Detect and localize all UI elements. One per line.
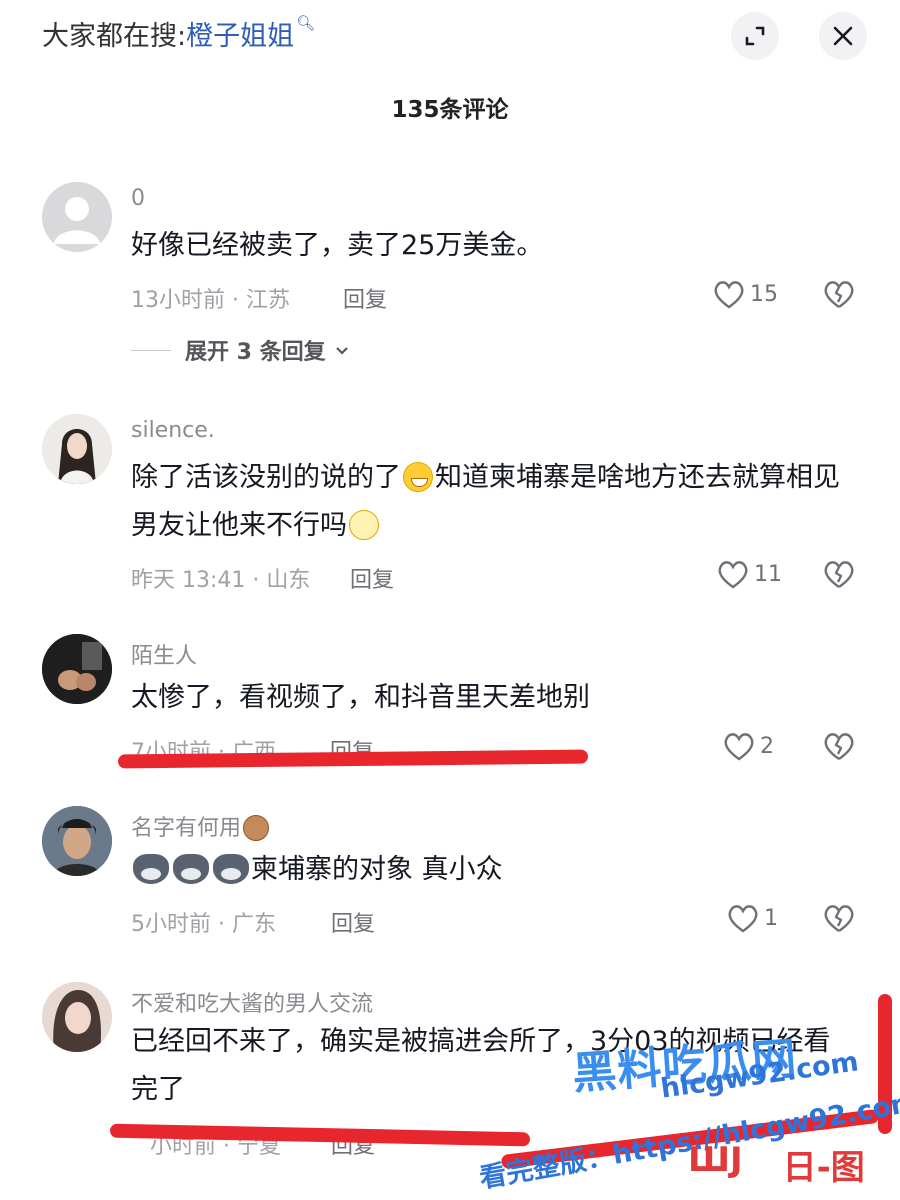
user-photo (42, 982, 112, 1052)
comments-count-title: 135条评论 (391, 97, 509, 123)
dog-emoji-icon (213, 854, 249, 884)
comment-meta: 5小时前 · 广东 (131, 912, 276, 937)
broken-heart-icon (824, 905, 854, 932)
dislike-button[interactable] (822, 730, 856, 766)
expand-replies-label: 展开 3 条回复 (185, 340, 326, 365)
like-count: 15 (750, 281, 778, 307)
expand-button[interactable] (731, 12, 779, 60)
avatar[interactable] (42, 806, 112, 876)
dislike-button[interactable] (822, 278, 856, 314)
close-button[interactable] (819, 12, 867, 60)
default-avatar-icon (54, 197, 100, 244)
username[interactable]: silence. (131, 418, 215, 443)
user-photo (42, 414, 112, 484)
comment-meta: 昨天 13:41 · 山东 (131, 568, 311, 593)
see-no-evil-monkey-icon (243, 815, 270, 841)
watermark-brand: ШJ 日-图 (688, 1140, 865, 1189)
dog-emoji-icon (173, 854, 209, 884)
search-icon: 🔍︎ (296, 14, 316, 32)
heart-icon (714, 281, 744, 309)
chevron-down-icon (335, 347, 348, 355)
like-count: 11 (754, 561, 782, 587)
comment-text-part: 柬埔寨的对象 真小众 (251, 854, 503, 885)
like-button[interactable]: 11 (716, 558, 782, 590)
reply-button[interactable]: 回复 (343, 282, 387, 314)
broken-heart-icon (824, 733, 854, 760)
divider (131, 349, 171, 351)
shocked-emoji-icon (349, 510, 379, 540)
top-bar: 大家都在搜:橙子姐姐 🔍︎ (0, 0, 900, 76)
reply-button[interactable]: 回复 (331, 906, 375, 938)
username[interactable]: 0 (131, 186, 145, 211)
like-button[interactable]: 2 (722, 730, 774, 762)
username-text: 名字有何用 (131, 816, 242, 841)
close-icon (833, 26, 853, 46)
user-photo (42, 634, 112, 704)
dislike-button[interactable] (822, 902, 856, 938)
avatar[interactable] (42, 414, 112, 484)
like-count: 2 (760, 733, 774, 759)
like-count: 1 (764, 905, 778, 931)
broken-heart-icon (824, 561, 854, 588)
comment-text: 好像已经被卖了，卖了25万美金。 (131, 230, 544, 261)
search-suggestion-keyword[interactable]: 橙子姐姐 (186, 21, 294, 52)
like-button[interactable]: 15 (712, 278, 778, 310)
expand-icon (745, 26, 765, 46)
user-photo (42, 806, 112, 876)
avatar[interactable] (42, 634, 112, 704)
username[interactable]: 陌生人 (131, 638, 197, 670)
search-suggestion-prefix: 大家都在搜: (42, 21, 187, 52)
watermark-brand-right: 日-图 (782, 1148, 865, 1188)
comment-text: 除了活该没别的说的了 知道柬埔寨是啥地方还去就算相见男友让他来不行吗 (131, 454, 861, 550)
dislike-button[interactable] (822, 558, 856, 594)
comment-text-part: 除了活该没别的说的了 (131, 462, 401, 493)
dog-emoji-icon (133, 854, 169, 884)
comment-text: 太惨了，看视频了，和抖音里天差地别 (131, 682, 590, 713)
broken-heart-icon (824, 281, 854, 308)
grin-emoji-icon (403, 462, 433, 492)
heart-icon (718, 561, 748, 589)
search-suggestion[interactable]: 大家都在搜:橙子姐姐 🔍︎ (42, 14, 315, 53)
heart-icon (724, 733, 754, 761)
heart-icon (728, 905, 758, 933)
avatar[interactable] (42, 182, 112, 252)
username[interactable]: 名字有何用 (131, 810, 271, 842)
avatar[interactable] (42, 982, 112, 1052)
expand-replies-button[interactable]: 展开 3 条回复 (131, 334, 352, 366)
reply-button[interactable]: 回复 (350, 562, 394, 594)
comment-text: 柬埔寨的对象 真小众 (131, 846, 861, 894)
username[interactable]: 不爱和吃大酱的男人交流 (131, 986, 373, 1018)
watermark-brand-left: ШJ (688, 1140, 743, 1180)
comment-meta: 13小时前 · 江苏 (131, 288, 290, 313)
like-button[interactable]: 1 (726, 902, 778, 934)
